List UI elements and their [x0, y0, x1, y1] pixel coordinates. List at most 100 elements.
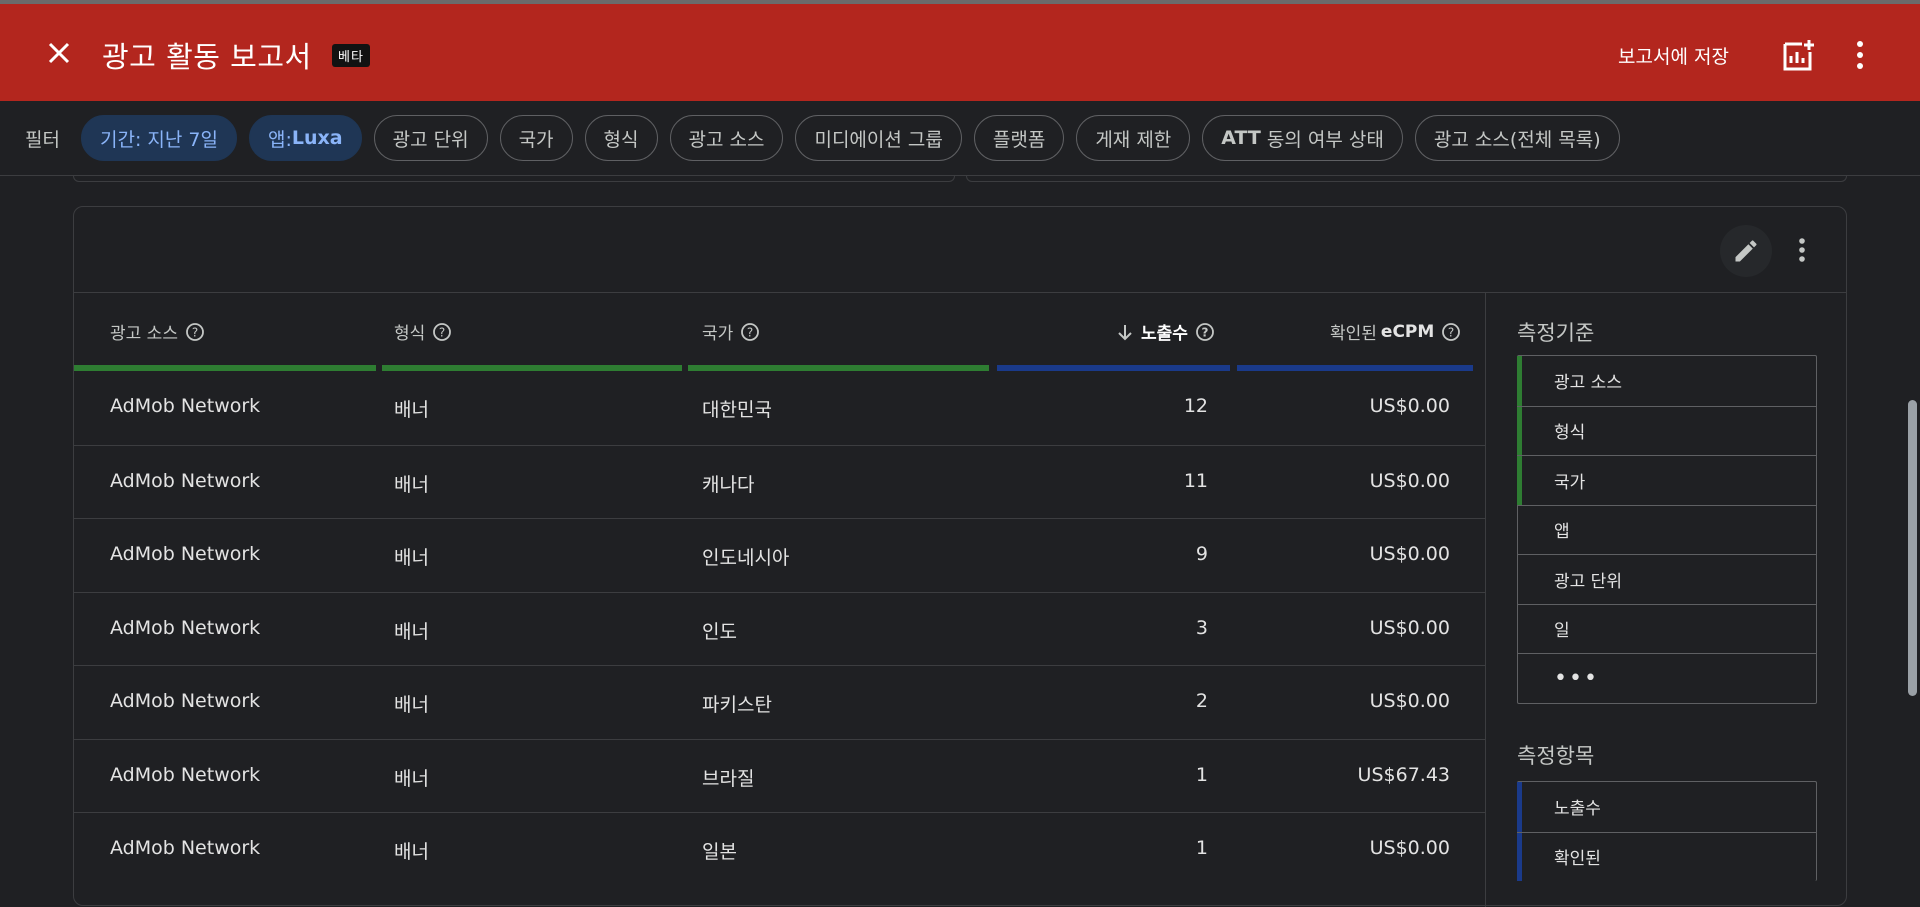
table-cell: AdMob Network: [110, 616, 261, 639]
scrollbar-thumb[interactable]: [1908, 400, 1917, 696]
column-header-ad-source[interactable]: 광고 소스 ?: [110, 319, 205, 344]
table-cell: AdMob Network: [110, 543, 261, 565]
table-cell: AdMob Network: [110, 763, 261, 786]
table-cell: US$0.00: [1369, 543, 1450, 565]
close-button[interactable]: [44, 38, 74, 68]
table-cell: 배너: [394, 399, 429, 421]
page-title: 광고 활동 보고서: [102, 40, 312, 74]
data-table: 광고 소스 ? 형식 ? 국가 ? 노출수 ? 확인된 eCPM ? AdMob…: [74, 293, 1485, 886]
table-cell: 9: [1195, 543, 1208, 565]
more-dimensions-button[interactable]: •••: [1518, 653, 1816, 703]
svg-text:?: ?: [192, 325, 198, 339]
table-cell: 11: [1183, 469, 1208, 492]
dimension-item[interactable]: 일: [1518, 603, 1816, 654]
metric-item[interactable]: 확인된: [1517, 831, 1816, 882]
table-cell: 배너: [394, 694, 429, 716]
filter-chip[interactable]: 형식: [584, 115, 658, 161]
dimension-item[interactable]: 형식: [1517, 405, 1816, 456]
more-options-button[interactable]: [1848, 38, 1872, 72]
table-row: AdMob Network 배너 캐나다 11 US$0.00: [74, 444, 1485, 519]
card-toolbar: [74, 207, 1846, 293]
arrow-down-icon: [1118, 324, 1132, 340]
table-cell: 대한민국: [702, 399, 772, 421]
table-cell: US$0.00: [1369, 616, 1450, 639]
filter-chip[interactable]: 게재 제한: [1076, 115, 1191, 161]
table-cell: 배너: [394, 473, 429, 496]
table-cell: 1: [1195, 763, 1208, 786]
filter-bar: 필터 기간: 지난 7일 앱: Luxa 광고 단위 국가 형식 광고 소스 미디에이션 그…: [0, 101, 1920, 176]
table-cell: 1: [1195, 837, 1208, 859]
help-icon[interactable]: ?: [740, 322, 760, 342]
table-cell: AdMob Network: [110, 469, 261, 492]
more-vert-icon: [1857, 41, 1863, 69]
table-cell: US$0.00: [1369, 469, 1450, 492]
table-cell: 브라질: [702, 767, 755, 790]
dimension-item[interactable]: 국가: [1517, 455, 1816, 505]
table-cell: 12: [1183, 395, 1208, 417]
report-table-card: 광고 소스 ? 형식 ? 국가 ? 노출수 ? 확인된 eCPM ? AdMob…: [73, 206, 1847, 907]
filter-chip[interactable]: 플랫폼: [973, 115, 1065, 161]
filter-chip[interactable]: ATT 동의 여부 상태: [1202, 115, 1403, 161]
filter-chip[interactable]: 기간: 지난 7일: [81, 115, 237, 161]
filter-chip[interactable]: 광고 소스(전체 목록): [1414, 115, 1620, 161]
table-cell: US$67.43: [1357, 763, 1450, 786]
filter-label: 필터: [25, 129, 60, 151]
filter-chip[interactable]: 미디에이션 그룹: [795, 115, 962, 161]
filter-chip[interactable]: 국가: [499, 115, 573, 161]
column-header-country[interactable]: 국가 ?: [702, 319, 760, 344]
add-chart-icon: [1783, 40, 1814, 71]
table-cell: US$0.00: [1369, 395, 1450, 417]
beta-badge: 베타: [332, 44, 370, 67]
filter-chip[interactable]: 광고 소스: [669, 115, 784, 161]
add-to-dashboard-button[interactable]: [1782, 38, 1816, 72]
help-icon[interactable]: ?: [1195, 322, 1215, 342]
table-row: AdMob Network 배너 대한민국 12 US$0.00: [74, 371, 1485, 445]
table-row: AdMob Network 배너 파키스탄 2 US$0.00: [74, 665, 1485, 739]
table-cell: US$0.00: [1369, 690, 1450, 712]
dimensions-list: 광고 소스 형식 국가 앱 광고 단위 일 •••: [1517, 355, 1817, 704]
dimension-item[interactable]: 광고 소스: [1517, 356, 1816, 406]
dimensions-title: 측정기준: [1517, 321, 1595, 345]
table-row: AdMob Network 배너 인도네시아 9 US$0.00: [74, 518, 1485, 592]
edit-button[interactable]: [1720, 225, 1772, 277]
pencil-icon: [1735, 240, 1757, 262]
svg-text:?: ?: [1201, 325, 1208, 339]
table-row: AdMob Network 배너 인도 3 US$0.00: [74, 591, 1485, 666]
table-cell: AdMob Network: [110, 690, 261, 712]
column-header-impressions[interactable]: 노출수 ?: [1116, 319, 1215, 344]
table-cell: 3: [1195, 616, 1208, 639]
previous-card-right: [966, 176, 1847, 182]
table-cell: US$0.00: [1369, 837, 1450, 859]
svg-text:?: ?: [439, 325, 445, 339]
table-row: AdMob Network 배너 브라질 1 US$67.43: [74, 738, 1485, 813]
dimension-item[interactable]: 광고 단위: [1518, 554, 1816, 604]
metrics-list: 노출수 확인된: [1517, 781, 1817, 881]
table-cell: 파키스탄: [702, 694, 772, 716]
metric-item[interactable]: 노출수: [1517, 782, 1816, 832]
save-to-report-button[interactable]: 보고서에 저장: [1618, 42, 1729, 69]
table-body: AdMob Network 배너 대한민국 12 US$0.00 AdMob Networ…: [74, 371, 1485, 886]
table-cell: 인도네시아: [702, 547, 790, 569]
column-header-ecpm[interactable]: 확인된 eCPM ?: [1330, 319, 1461, 344]
table-cell: 배너: [394, 841, 429, 863]
svg-text:?: ?: [747, 325, 753, 339]
column-header-format[interactable]: 형식 ?: [394, 319, 452, 344]
table-cell: 2: [1195, 690, 1208, 712]
table-cell: 배너: [394, 620, 429, 643]
card-more-button[interactable]: [1792, 233, 1812, 267]
table-cell: 배너: [394, 547, 429, 569]
svg-text:?: ?: [1448, 325, 1454, 339]
filter-chips: 기간: 지난 7일 앱: Luxa 광고 단위 국가 형식 광고 소스 미디에이션 그룹 플랫…: [81, 115, 1620, 161]
table-cell: 캐나다: [702, 473, 755, 496]
help-icon[interactable]: ?: [1441, 322, 1461, 342]
dimension-item[interactable]: 앱: [1518, 504, 1816, 555]
filter-chip[interactable]: 광고 단위: [373, 115, 488, 161]
table-cell: 배너: [394, 767, 429, 790]
filter-chip[interactable]: 앱: Luxa: [248, 115, 362, 161]
table-cell: 인도: [702, 620, 737, 643]
help-icon[interactable]: ?: [185, 322, 205, 342]
help-icon[interactable]: ?: [432, 322, 452, 342]
close-icon: [48, 42, 70, 64]
table-header: 광고 소스 ? 형식 ? 국가 ? 노출수 ? 확인된 eCPM ?: [74, 293, 1485, 371]
metrics-title: 측정항목: [1517, 744, 1595, 768]
